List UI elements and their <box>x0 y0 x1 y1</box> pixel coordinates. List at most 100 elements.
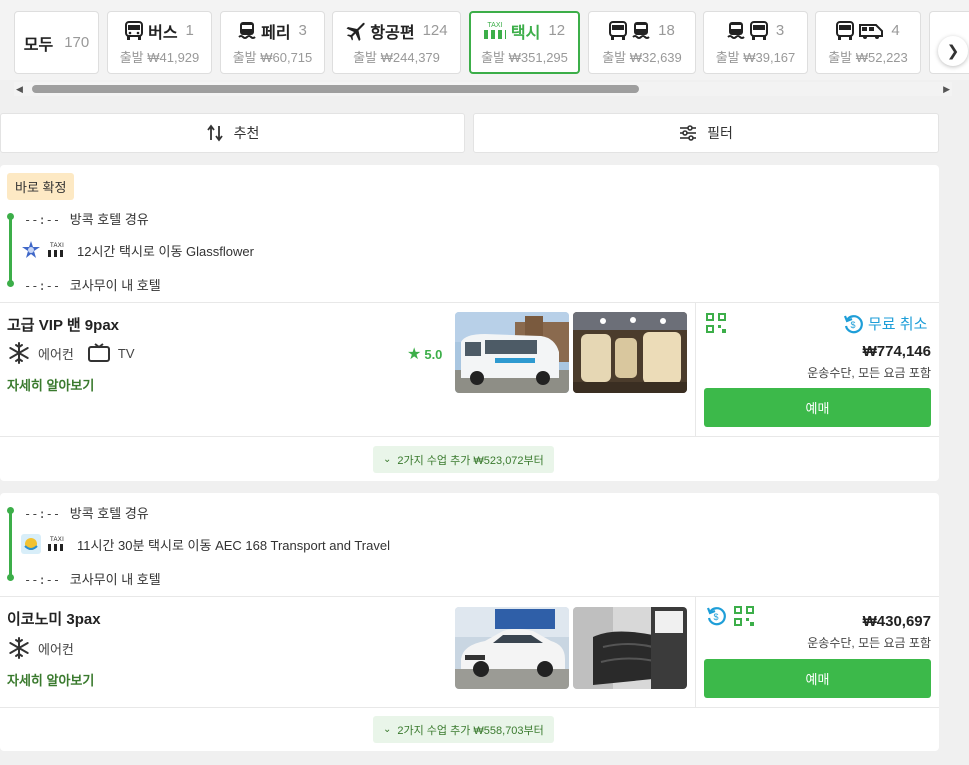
trip-description: 11시간 30분 택시로 이동 AEC 168 Transport and Tr… <box>77 537 390 553</box>
chevron-right-icon[interactable]: ❯ <box>938 36 968 66</box>
tab-bus-van[interactable]: 4 출발 ₩52,223 <box>815 11 921 74</box>
amenity-label: 에어컨 <box>38 641 74 657</box>
svg-text:$: $ <box>713 612 718 622</box>
bus-icon <box>609 20 628 40</box>
tab-ferry-bus[interactable]: 3 출발 ₩39,167 <box>703 11 808 74</box>
tab-all[interactable]: 모두 170 <box>14 11 99 74</box>
tv-icon <box>87 343 110 362</box>
ferry-icon <box>632 21 650 39</box>
tab-count: 1 <box>185 22 194 39</box>
vehicle-name: 이코노미 3pax <box>7 611 101 628</box>
tab-flight[interactable]: 항공편 124 출발 ₩244,379 <box>332 11 461 74</box>
arrival-stop: --:-- 코사무이 내 호텔 <box>24 569 161 588</box>
departure-time: --:-- <box>24 507 61 521</box>
departure-stop: --:-- 방콕 호텔 경유 <box>24 209 149 228</box>
book-button[interactable]: 예매 <box>704 388 931 427</box>
arrival-place: 코사무이 내 호텔 <box>69 572 161 587</box>
qr-code-icon <box>706 313 726 333</box>
tab-label: 페리 <box>261 24 291 42</box>
operator-logo <box>21 534 41 554</box>
vehicle-photo-interior[interactable] <box>573 312 687 393</box>
tab-price: 출발 ₩41,929 <box>119 49 200 65</box>
transport-mode-tabs: 모두 170 버스 1 출발 ₩41,929 페리 3 출발 ₩60,715 항… <box>0 0 969 80</box>
free-cancel-label: $ 무료 취소 <box>843 313 927 334</box>
rating: ★ 5.0 <box>407 344 442 364</box>
details-link[interactable]: 자세히 알아보기 <box>7 670 94 689</box>
timeline-dot <box>7 213 14 220</box>
amenity-label: 에어컨 <box>38 346 74 362</box>
snowflake-icon <box>9 342 29 364</box>
divider <box>695 303 696 436</box>
trip-description: 12시간 택시로 이동 Glassflower <box>77 243 254 259</box>
sort-label: 추천 <box>233 125 260 141</box>
price: ₩774,146 <box>862 343 931 360</box>
tab-label: 택시 <box>510 24 541 42</box>
ferry-icon <box>727 21 745 39</box>
tab-label: 항공편 <box>370 24 415 42</box>
price: ₩430,697 <box>862 613 931 630</box>
extra-options-button[interactable]: ⌄ 2가지 수업 추가 ₩558,703부터 <box>373 716 554 743</box>
bus-icon <box>125 20 144 40</box>
tab-count: 3 <box>298 22 307 39</box>
bus-icon <box>836 20 855 40</box>
timeline-dot <box>7 507 14 514</box>
sort-button[interactable]: 추천 <box>0 113 465 153</box>
filter-button[interactable]: 필터 <box>473 113 939 153</box>
tab-count: 170 <box>64 34 90 51</box>
tab-count: 3 <box>775 22 785 39</box>
van-icon <box>859 23 884 39</box>
amenities: 에어컨 <box>8 637 74 659</box>
divider <box>695 597 696 708</box>
chevron-down-icon: ⌄ <box>383 724 392 735</box>
divider <box>0 436 939 437</box>
vehicle-name: 고급 VIP 밴 9pax <box>7 317 119 334</box>
vehicle-photo-interior[interactable] <box>573 607 687 689</box>
refund-icon: $ <box>843 314 863 333</box>
vehicle-photo-sedan[interactable] <box>455 607 569 689</box>
tab-price: 출발 ₩60,715 <box>232 49 313 65</box>
timeline-dot <box>7 574 14 581</box>
trip-info: TAXI 12시간 택시로 이동 Glassflower <box>21 240 254 260</box>
tab-price: 출발 ₩32,639 <box>602 49 682 65</box>
snowflake-icon <box>9 637 29 659</box>
tabs-scrollbar[interactable]: ◀ ▶ <box>14 82 952 96</box>
airplane-icon <box>346 22 365 41</box>
details-link[interactable]: 자세히 알아보기 <box>7 375 94 394</box>
tab-count: 18 <box>658 22 675 39</box>
book-button[interactable]: 예매 <box>704 659 931 698</box>
arrival-place: 코사무이 내 호텔 <box>69 278 161 293</box>
chevron-down-icon: ⌄ <box>383 454 392 465</box>
refund-icon: $ <box>706 607 726 626</box>
route-timeline <box>9 216 12 284</box>
scrollbar-thumb[interactable] <box>32 85 639 93</box>
amenity-label: TV <box>117 345 135 361</box>
tab-taxi[interactable]: TAXI 택시 12 출발 ₩351,295 <box>469 11 580 74</box>
divider <box>0 302 939 303</box>
tab-bus-ferry[interactable]: 18 출발 ₩32,639 <box>588 11 696 74</box>
tab-count: 12 <box>548 22 566 39</box>
tab-price: 출발 ₩52,223 <box>828 49 908 65</box>
extra-options-label: 2가지 수업 추가 ₩558,703부터 <box>397 724 544 737</box>
taxi-icon: TAXI <box>47 534 67 554</box>
operator-logo <box>21 240 41 260</box>
rating-value: 5.0 <box>424 346 443 362</box>
scroll-right-icon[interactable]: ▶ <box>943 84 950 95</box>
departure-stop: --:-- 방콕 호텔 경유 <box>24 503 149 522</box>
tab-label: 버스 <box>148 24 178 42</box>
departure-time: --:-- <box>24 213 61 227</box>
taxi-icon: TAXI <box>483 22 506 39</box>
scroll-left-icon[interactable]: ◀ <box>16 84 23 95</box>
route-timeline <box>9 510 12 578</box>
vehicle-photo-van[interactable] <box>455 312 569 393</box>
tab-price: 출발 ₩351,295 <box>481 49 568 65</box>
tab-bus[interactable]: 버스 1 출발 ₩41,929 <box>107 11 212 74</box>
tab-ferry[interactable]: 페리 3 출발 ₩60,715 <box>220 11 325 74</box>
tab-label: 모두 <box>23 36 54 54</box>
tab-price: 출발 ₩39,167 <box>715 49 796 65</box>
arrival-time: --:-- <box>24 279 61 293</box>
tab-count: 124 <box>422 22 448 39</box>
timeline-dot <box>7 280 14 287</box>
amenities: 에어컨 TV <box>8 342 135 364</box>
extra-options-button[interactable]: ⌄ 2가지 수업 추가 ₩523,072부터 <box>373 446 554 473</box>
price-note: 운송수단, 모든 요금 포함 <box>807 366 931 380</box>
